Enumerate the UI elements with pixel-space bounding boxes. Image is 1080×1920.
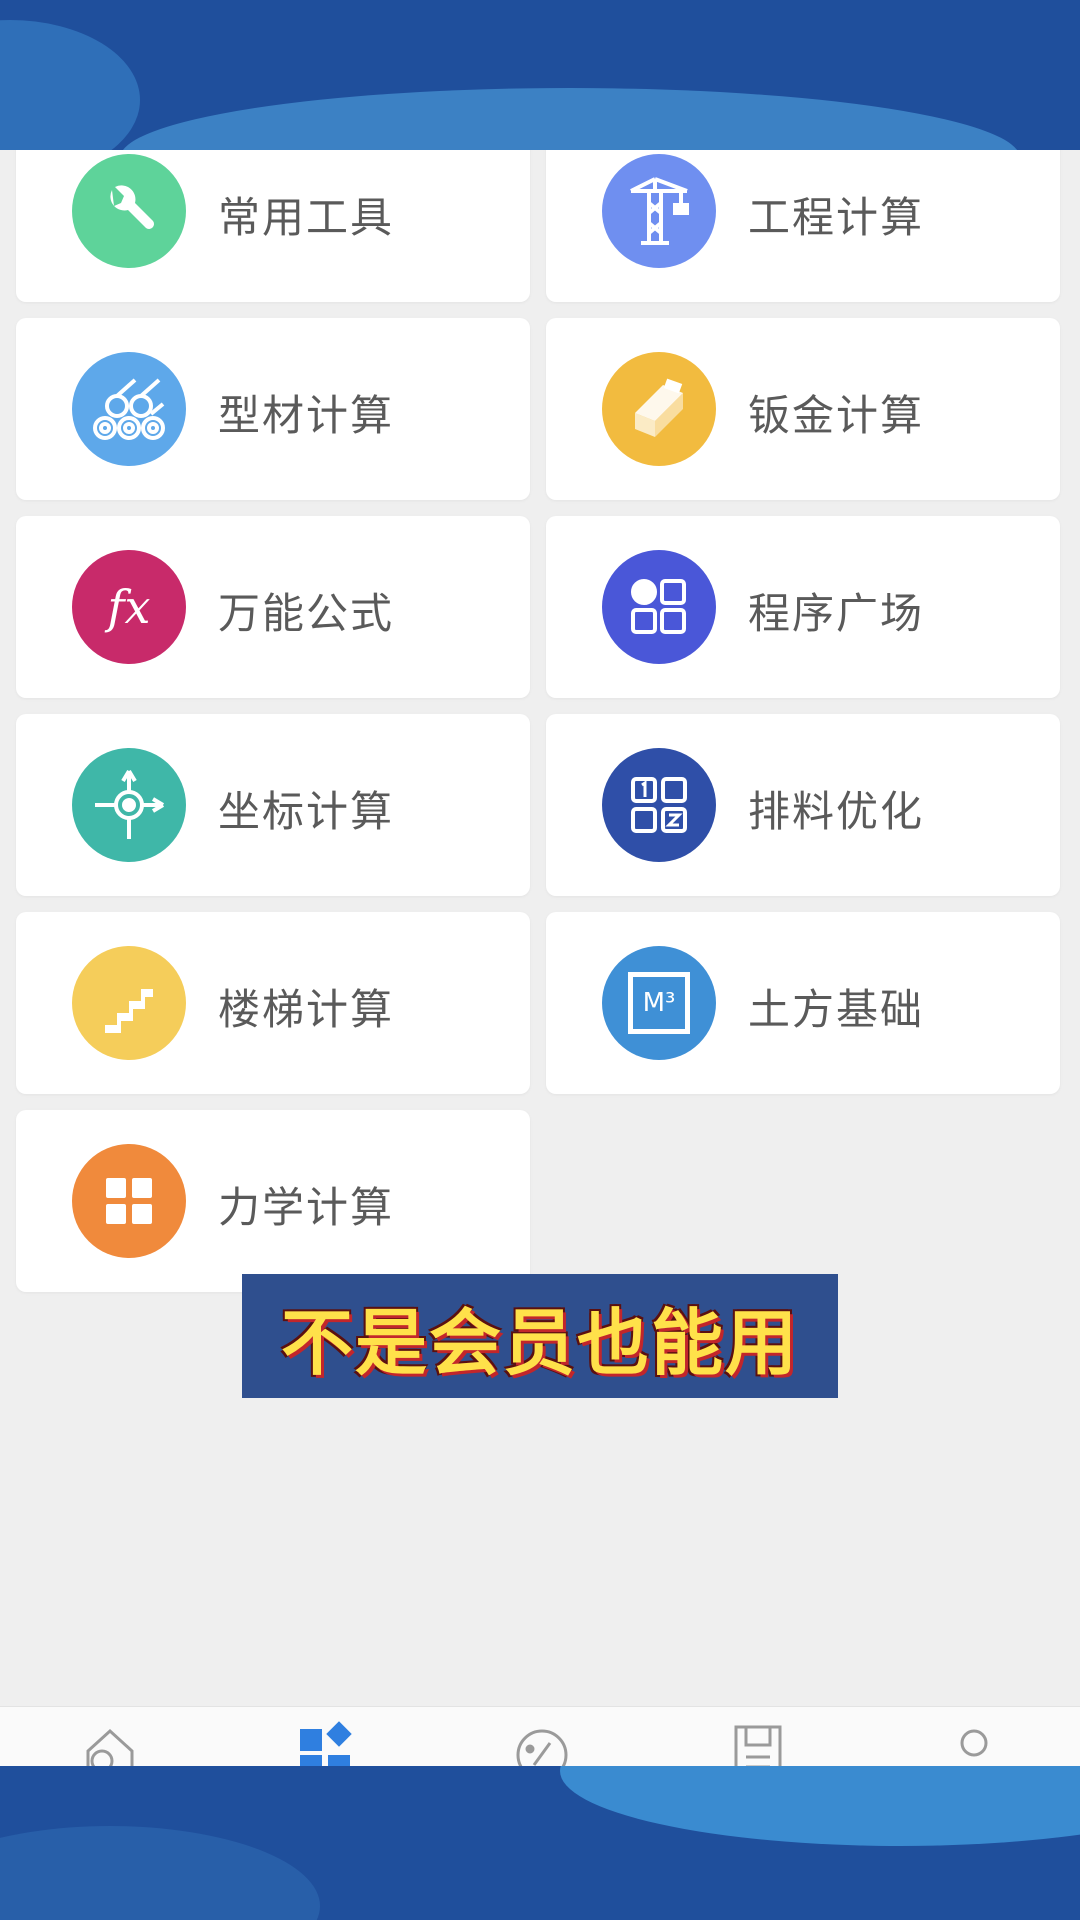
sheet-metal-icon — [602, 352, 716, 466]
category-icon[interactable] — [296, 1721, 356, 1766]
menu-item-coordinate[interactable]: 坐标计算 — [16, 714, 530, 896]
menu-item-label: 工程计算 — [748, 193, 925, 242]
background-wave — [0, 20, 140, 150]
wrench-icon — [72, 154, 186, 268]
menu-item-mechanics[interactable]: 力学计算 — [16, 1110, 530, 1292]
notes-icon[interactable] — [728, 1721, 788, 1766]
coordinate-icon — [72, 748, 186, 862]
explore-icon[interactable] — [512, 1721, 572, 1766]
menu-item-sheet-metal[interactable]: 钣金计算 — [546, 318, 1060, 500]
menu-item-earthwork[interactable]: M³ 土方基础 — [546, 912, 1060, 1094]
app-screen: 常用工具 工程计算 型材计算 钣金计算 fx 万能公式 程序广场 坐标计算 排料… — [0, 150, 1080, 1766]
top-background — [0, 0, 1080, 150]
menu-item-label: 土方基础 — [748, 985, 925, 1034]
menu-item-engineering[interactable]: 工程计算 — [546, 150, 1060, 302]
menu-item-label: 钣金计算 — [748, 391, 925, 440]
subtitle-text: 不是会员也能用 — [280, 1300, 799, 1385]
pipes-icon — [72, 352, 186, 466]
crane-icon — [602, 154, 716, 268]
menu-item-label: 型材计算 — [218, 391, 395, 440]
bottom-tab-bar — [0, 1706, 1080, 1766]
menu-item-common-tools[interactable]: 常用工具 — [16, 150, 530, 302]
fx-glyph: fx — [107, 580, 151, 634]
background-wave — [560, 1766, 1080, 1846]
menu-item-label: 常用工具 — [218, 193, 395, 242]
apps-icon — [602, 550, 716, 664]
fx-icon: fx — [72, 550, 186, 664]
menu-item-label: 排料优化 — [748, 787, 925, 836]
home-icon[interactable] — [80, 1721, 140, 1766]
bottom-background — [0, 1766, 1080, 1920]
layout-grid-icon — [602, 748, 716, 862]
cubic-meter-icon: M³ — [602, 946, 716, 1060]
m3-glyph: M³ — [642, 988, 676, 1018]
stairs-icon — [72, 946, 186, 1060]
menu-item-label: 坐标计算 — [218, 787, 395, 836]
menu-item-label: 万能公式 — [218, 589, 395, 638]
menu-item-stairs[interactable]: 楼梯计算 — [16, 912, 530, 1094]
video-subtitle-caption: 不是会员也能用 — [242, 1274, 838, 1398]
background-wave — [120, 88, 1020, 150]
menu-item-profile-calc[interactable]: 型材计算 — [16, 318, 530, 500]
menu-item-program-plaza[interactable]: 程序广场 — [546, 516, 1060, 698]
menu-item-label: 力学计算 — [218, 1183, 395, 1232]
menu-item-nesting[interactable]: 排料优化 — [546, 714, 1060, 896]
menu-item-label: 楼梯计算 — [218, 985, 395, 1034]
profile-icon[interactable] — [944, 1721, 1004, 1766]
menu-item-label: 程序广场 — [748, 589, 925, 638]
menu-item-formula[interactable]: fx 万能公式 — [16, 516, 530, 698]
m3-box: M³ — [628, 972, 690, 1034]
mechanics-icon — [72, 1144, 186, 1258]
background-wave — [0, 1826, 320, 1920]
